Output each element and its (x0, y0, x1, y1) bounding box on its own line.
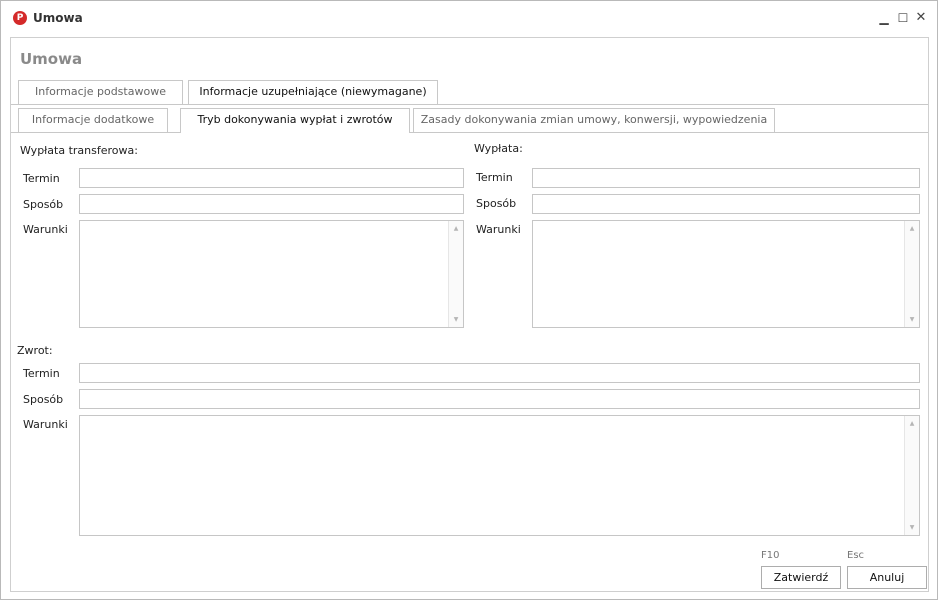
close-icon[interactable]: ✕ (913, 10, 929, 26)
scroll-up-icon[interactable]: ▲ (905, 420, 919, 427)
wyplata-sposob-input[interactable] (532, 194, 920, 214)
scroll-down-icon[interactable]: ▼ (905, 316, 919, 323)
zwrot-heading: Zwrot: (17, 344, 53, 357)
zwrot-sposob-label: Sposób (23, 393, 64, 406)
zwrot-warunki-scrollbar[interactable]: ▲ ▼ (904, 416, 919, 535)
transfer-warunki-textarea[interactable]: ▲ ▼ (79, 220, 464, 328)
zwrot-termin-input[interactable] (79, 363, 920, 383)
title-bar: P Umowa ▁ ☐ ✕ (1, 1, 937, 35)
wyplata-termin-label: Termin (476, 171, 513, 184)
form-panel: Umowa Informacje podstawowe Informacje u… (10, 37, 929, 592)
wyplata-warunki-label: Warunki (476, 223, 521, 236)
scroll-up-icon[interactable]: ▲ (905, 225, 919, 232)
wyplata-sposob-label: Sposób (476, 197, 517, 210)
scroll-up-icon[interactable]: ▲ (449, 225, 463, 232)
wyplata-warunki-textarea[interactable]: ▲ ▼ (532, 220, 920, 328)
tab-zasady-zmian[interactable]: Zasady dokonywania zmian umowy, konwersj… (413, 108, 775, 132)
confirm-shortcut-hint: F10 (761, 550, 780, 561)
transfer-sposob-input[interactable] (79, 194, 464, 214)
minimize-icon[interactable]: ▁ (876, 10, 892, 26)
maximize-icon[interactable]: ☐ (895, 10, 911, 26)
transfer-warunki-scrollbar[interactable]: ▲ ▼ (448, 221, 463, 327)
wyplata-warunki-scrollbar[interactable]: ▲ ▼ (904, 221, 919, 327)
tab-informacje-podstawowe[interactable]: Informacje podstawowe (18, 80, 183, 104)
tab-informacje-uzupelniajace[interactable]: Informacje uzupełniające (niewymagane) (188, 80, 438, 104)
zwrot-sposob-input[interactable] (79, 389, 920, 409)
tab-tryb-wyplat-zwrotow[interactable]: Tryb dokonywania wypłat i zwrotów (180, 108, 410, 133)
transfer-heading: Wypłata transferowa: (20, 144, 138, 157)
form-title: Umowa (20, 50, 83, 68)
transfer-termin-input[interactable] (79, 168, 464, 188)
zwrot-warunki-textarea[interactable]: ▲ ▼ (79, 415, 920, 536)
transfer-termin-label: Termin (23, 172, 60, 185)
transfer-warunki-label: Warunki (23, 223, 68, 236)
tab-informacje-dodatkowe[interactable]: Informacje dodatkowe (18, 108, 168, 132)
app-logo-icon: P (13, 11, 27, 25)
zwrot-termin-label: Termin (23, 367, 60, 380)
dialog-window: P Umowa ▁ ☐ ✕ Umowa Informacje podstawow… (0, 0, 938, 600)
scroll-down-icon[interactable]: ▼ (905, 524, 919, 531)
tab-row1-divider (11, 104, 928, 105)
scroll-down-icon[interactable]: ▼ (449, 316, 463, 323)
zwrot-warunki-label: Warunki (23, 418, 68, 431)
tab-row2-divider (11, 132, 928, 133)
confirm-button[interactable]: Zatwierdź (761, 566, 841, 589)
cancel-button[interactable]: Anuluj (847, 566, 927, 589)
transfer-sposob-label: Sposób (23, 198, 64, 211)
window-title: Umowa (33, 11, 83, 25)
wyplata-termin-input[interactable] (532, 168, 920, 188)
wyplata-heading: Wypłata: (474, 142, 523, 155)
cancel-shortcut-hint: Esc (847, 550, 865, 561)
